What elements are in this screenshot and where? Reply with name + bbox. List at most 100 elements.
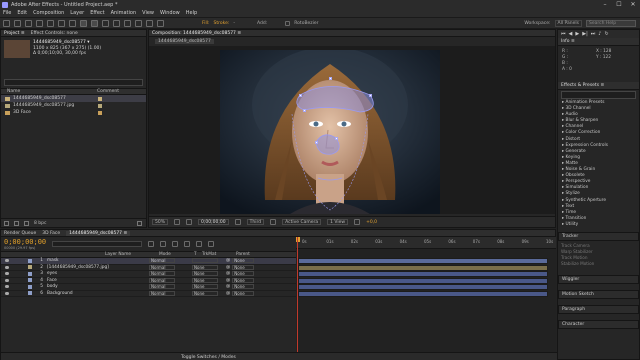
mode-dropdown[interactable]: Normal bbox=[149, 277, 175, 283]
trkmat-dropdown[interactable]: None bbox=[192, 284, 218, 290]
pan-behind-tool-icon[interactable] bbox=[69, 19, 76, 27]
home-tool-icon[interactable] bbox=[3, 19, 10, 27]
layer-name[interactable]: [1444685949_dsc08577.jpg] bbox=[43, 265, 149, 270]
effects-search-input[interactable] bbox=[561, 91, 636, 99]
visibility-eye-icon[interactable] bbox=[5, 291, 9, 295]
parent-pickwhip-icon[interactable]: @ bbox=[226, 278, 230, 283]
menu-window[interactable]: Window bbox=[160, 10, 180, 16]
mask-vertex[interactable] bbox=[303, 109, 306, 112]
column-trkmat[interactable]: TrkMat bbox=[202, 252, 236, 257]
bpc-label[interactable]: 8 bpc bbox=[34, 221, 46, 226]
tracker-tab[interactable]: Tracker bbox=[558, 231, 639, 241]
layer-name[interactable]: mask bbox=[43, 258, 149, 263]
timeline-graph[interactable]: 0s 01s 02s 03s 04s 05s 06s 07s 08s 09s 10s bbox=[296, 237, 556, 360]
new-composition-icon[interactable] bbox=[24, 220, 29, 226]
rotate-tool-icon[interactable] bbox=[47, 19, 54, 27]
parent-dropdown[interactable]: None bbox=[232, 284, 255, 290]
camera-snapshot-icon[interactable] bbox=[234, 219, 241, 225]
project-search-input[interactable] bbox=[4, 79, 143, 86]
menu-composition[interactable]: Composition bbox=[33, 10, 64, 16]
type-tool-icon[interactable] bbox=[102, 19, 109, 27]
panel-motion-sketch[interactable]: Motion Sketch bbox=[558, 289, 639, 299]
mask-vertex[interactable] bbox=[335, 137, 338, 140]
menu-help[interactable]: Help bbox=[186, 10, 197, 16]
menu-animation[interactable]: Animation bbox=[111, 10, 137, 16]
camera-dropdown[interactable]: Active Camera bbox=[282, 219, 322, 225]
menu-effect[interactable]: Effect bbox=[90, 10, 104, 16]
trkmat-dropdown[interactable]: None bbox=[192, 271, 218, 277]
visibility-eye-icon[interactable] bbox=[5, 259, 9, 263]
layer-duration-bar[interactable] bbox=[298, 277, 548, 284]
mode-dropdown[interactable]: Normal bbox=[149, 271, 175, 277]
label-color-swatch[interactable] bbox=[98, 96, 102, 101]
hand-tool-icon[interactable] bbox=[25, 19, 32, 27]
minimize-button[interactable]: – bbox=[598, 1, 612, 8]
timeline-search-input[interactable] bbox=[52, 241, 143, 247]
selection-tool-icon[interactable] bbox=[14, 19, 21, 27]
stroke-value[interactable]: - bbox=[233, 21, 235, 26]
menu-view[interactable]: View bbox=[142, 10, 154, 16]
project-item[interactable]: 1444685949_dsc08577 bbox=[1, 95, 146, 102]
visibility-eye-icon[interactable] bbox=[5, 272, 9, 276]
region-of-interest-icon[interactable] bbox=[270, 219, 277, 225]
time-ruler[interactable]: 0s 01s 02s 03s 04s 05s 06s 07s 08s 09s 10s bbox=[296, 237, 556, 249]
next-frame-icon[interactable]: ▶| bbox=[582, 31, 588, 37]
column-t[interactable]: T bbox=[194, 252, 202, 257]
draft-3d-icon[interactable] bbox=[160, 241, 167, 247]
fast-previews-icon[interactable] bbox=[354, 219, 361, 225]
layer-name[interactable]: Background bbox=[43, 291, 149, 296]
graph-editor-icon[interactable] bbox=[208, 241, 215, 247]
layer-label-color[interactable] bbox=[28, 258, 32, 263]
panel-character[interactable]: Character bbox=[558, 319, 639, 329]
new-folder-icon[interactable] bbox=[14, 220, 19, 226]
info-tab[interactable]: Info ≡ bbox=[558, 38, 639, 46]
parent-pickwhip-icon[interactable]: @ bbox=[226, 291, 230, 296]
parent-pickwhip-icon[interactable]: @ bbox=[226, 271, 230, 276]
zoom-tool-icon[interactable] bbox=[36, 19, 43, 27]
parent-dropdown[interactable]: None bbox=[232, 271, 255, 277]
shy-layers-icon[interactable] bbox=[172, 241, 179, 247]
trkmat-dropdown[interactable] bbox=[192, 258, 218, 264]
mask-vertex[interactable] bbox=[299, 94, 302, 97]
project-item[interactable]: 3D Face bbox=[1, 109, 146, 116]
search-help-input[interactable]: Search Help bbox=[586, 19, 636, 27]
tab-composition[interactable]: Composition: 1444685949_dsc08577 ≡ bbox=[152, 31, 241, 36]
visibility-eye-icon[interactable] bbox=[5, 278, 9, 282]
loop-icon[interactable]: ↻ bbox=[604, 31, 608, 37]
tab-render-queue[interactable]: Render Queue bbox=[4, 231, 36, 236]
trkmat-dropdown[interactable]: None bbox=[192, 264, 218, 270]
comp-subtab[interactable]: 1444685949_dsc08577 bbox=[155, 38, 214, 44]
workspace-dropdown[interactable]: All Panels bbox=[554, 19, 582, 27]
layer-name[interactable]: eyes bbox=[43, 271, 149, 276]
shape-tool-icon[interactable] bbox=[80, 19, 87, 27]
parent-dropdown[interactable]: None bbox=[232, 258, 255, 264]
layer-label-color[interactable] bbox=[28, 271, 32, 276]
timeline-timecode[interactable]: 0;00;00;00 bbox=[4, 238, 46, 246]
zoom-dropdown[interactable]: 50% bbox=[152, 219, 169, 225]
column-parent[interactable]: Parent bbox=[236, 252, 250, 257]
effects-tab[interactable]: Effects & Presets ≡ bbox=[558, 82, 639, 90]
stroke-label[interactable]: Stroke: bbox=[214, 21, 230, 26]
mode-dropdown[interactable]: Normal bbox=[149, 264, 175, 270]
add-label[interactable]: Add: bbox=[257, 21, 267, 26]
layer-duration-bar[interactable] bbox=[298, 271, 548, 277]
visibility-eye-icon[interactable] bbox=[5, 265, 9, 269]
audio-icon[interactable]: ♪ bbox=[598, 31, 601, 37]
panel-paragraph[interactable]: Paragraph bbox=[558, 304, 639, 314]
layer-name[interactable]: Face bbox=[43, 278, 149, 283]
clone-stamp-tool-icon[interactable] bbox=[124, 19, 131, 27]
visibility-eye-icon[interactable] bbox=[5, 285, 9, 289]
column-name[interactable]: Name bbox=[7, 89, 97, 94]
frame-blending-icon[interactable] bbox=[184, 241, 191, 247]
parent-pickwhip-icon[interactable]: @ bbox=[226, 265, 230, 270]
mask-vertex[interactable] bbox=[315, 141, 318, 144]
snapshot-icon[interactable] bbox=[186, 219, 193, 225]
first-frame-icon[interactable]: ⏮ bbox=[561, 31, 566, 37]
tab-3d-face[interactable]: 3D Face bbox=[42, 231, 60, 236]
parent-dropdown[interactable]: None bbox=[232, 290, 255, 296]
interpret-footage-icon[interactable] bbox=[4, 220, 9, 226]
comp-mini-flowchart-icon[interactable] bbox=[148, 241, 155, 247]
menu-edit[interactable]: Edit bbox=[17, 10, 27, 16]
tab-effect-controls[interactable]: Effect Controls: none bbox=[31, 31, 78, 36]
column-comment[interactable]: Comment bbox=[97, 89, 119, 94]
